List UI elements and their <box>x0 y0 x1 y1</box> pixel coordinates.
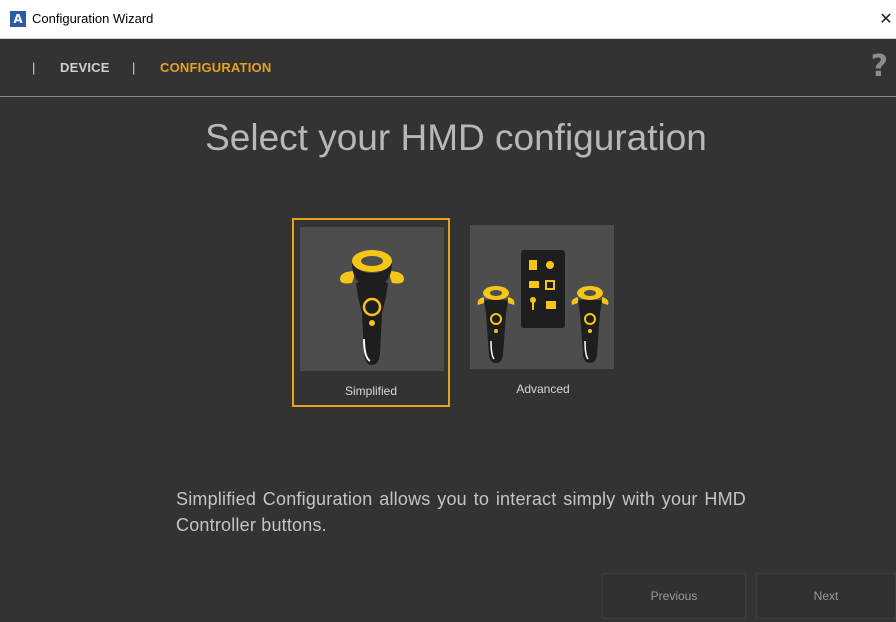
nav-separator: | <box>132 60 136 75</box>
option-simplified[interactable]: Simplified <box>292 218 450 407</box>
title-bar: A Configuration Wizard ✕ <box>0 0 896 39</box>
close-button[interactable]: ✕ <box>876 0 896 38</box>
wizard-nav: | DEVICE | CONFIGURATION ? <box>0 39 896 97</box>
window-title: Configuration Wizard <box>32 11 154 26</box>
app-logo-icon: A <box>10 11 26 27</box>
option-tile <box>300 227 444 371</box>
controllers-with-menu-icon <box>477 250 609 363</box>
help-icon[interactable]: ? <box>871 49 888 84</box>
option-label: Simplified <box>344 384 398 398</box>
option-tile <box>470 225 614 369</box>
option-description: Simplified Configuration allows you to i… <box>176 489 746 535</box>
nav-item-device[interactable]: DEVICE <box>60 60 110 75</box>
nav-separator: | <box>32 60 36 75</box>
next-button[interactable]: Next <box>756 573 896 619</box>
nav-item-configuration[interactable]: CONFIGURATION <box>160 60 271 75</box>
previous-button[interactable]: Previous <box>602 573 746 619</box>
page-title: Select your HMD configuration <box>205 117 707 158</box>
single-controller-icon <box>340 250 404 365</box>
option-advanced[interactable]: Advanced <box>464 218 622 407</box>
option-label: Advanced <box>516 382 570 396</box>
